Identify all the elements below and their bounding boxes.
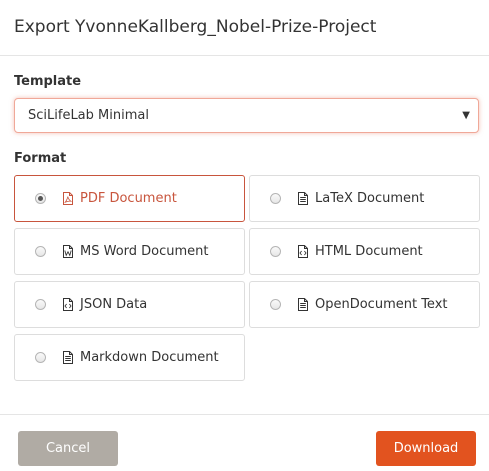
- radio-json[interactable]: [35, 299, 46, 310]
- format-option-html[interactable]: HTML Document: [249, 228, 480, 275]
- radio-pdf[interactable]: [35, 193, 46, 204]
- document-file-icon: [298, 192, 308, 205]
- format-option-opendocument[interactable]: OpenDocument Text: [249, 281, 480, 328]
- dialog-body: Template SciLifeLab Minimal ▼ Format PDF…: [0, 56, 489, 381]
- template-select[interactable]: SciLifeLab Minimal ▼: [14, 98, 479, 133]
- download-button[interactable]: Download: [376, 431, 476, 466]
- dialog-footer: Cancel Download: [0, 414, 489, 471]
- export-dialog: Export YvonneKallberg_Nobel-Prize-Projec…: [0, 0, 489, 471]
- radio-opendocument[interactable]: [270, 299, 281, 310]
- code-file-icon: [63, 298, 73, 311]
- radio-html[interactable]: [270, 246, 281, 257]
- document-file-icon: [298, 298, 308, 311]
- dialog-header: Export YvonneKallberg_Nobel-Prize-Projec…: [0, 0, 489, 56]
- chevron-down-icon: ▼: [462, 110, 470, 121]
- template-select-value: SciLifeLab Minimal: [28, 108, 149, 123]
- format-option-label: HTML Document: [315, 244, 423, 259]
- format-option-label: Markdown Document: [80, 350, 219, 365]
- format-option-json[interactable]: JSON Data: [14, 281, 245, 328]
- format-option-label: OpenDocument Text: [315, 297, 448, 312]
- format-option-label: LaTeX Document: [315, 191, 425, 206]
- format-option-msword[interactable]: MS Word Document: [14, 228, 245, 275]
- format-options: PDF Document LaTeX Document MS Word Docu…: [14, 175, 480, 381]
- radio-markdown[interactable]: [35, 352, 46, 363]
- format-option-label: JSON Data: [80, 297, 148, 312]
- format-option-latex[interactable]: LaTeX Document: [249, 175, 480, 222]
- pdf-file-icon: [63, 192, 73, 205]
- document-file-icon: [63, 351, 73, 364]
- radio-latex[interactable]: [270, 193, 281, 204]
- format-option-markdown[interactable]: Markdown Document: [14, 334, 245, 381]
- format-label: Format: [14, 151, 67, 166]
- format-option-label: PDF Document: [80, 191, 177, 206]
- format-option-label: MS Word Document: [80, 244, 209, 259]
- template-label: Template: [14, 74, 82, 89]
- word-file-icon: [63, 245, 73, 258]
- cancel-button[interactable]: Cancel: [18, 431, 118, 466]
- radio-msword[interactable]: [35, 246, 46, 257]
- dialog-title: Export YvonneKallberg_Nobel-Prize-Projec…: [14, 17, 377, 37]
- format-option-pdf[interactable]: PDF Document: [14, 175, 245, 222]
- code-file-icon: [298, 245, 308, 258]
